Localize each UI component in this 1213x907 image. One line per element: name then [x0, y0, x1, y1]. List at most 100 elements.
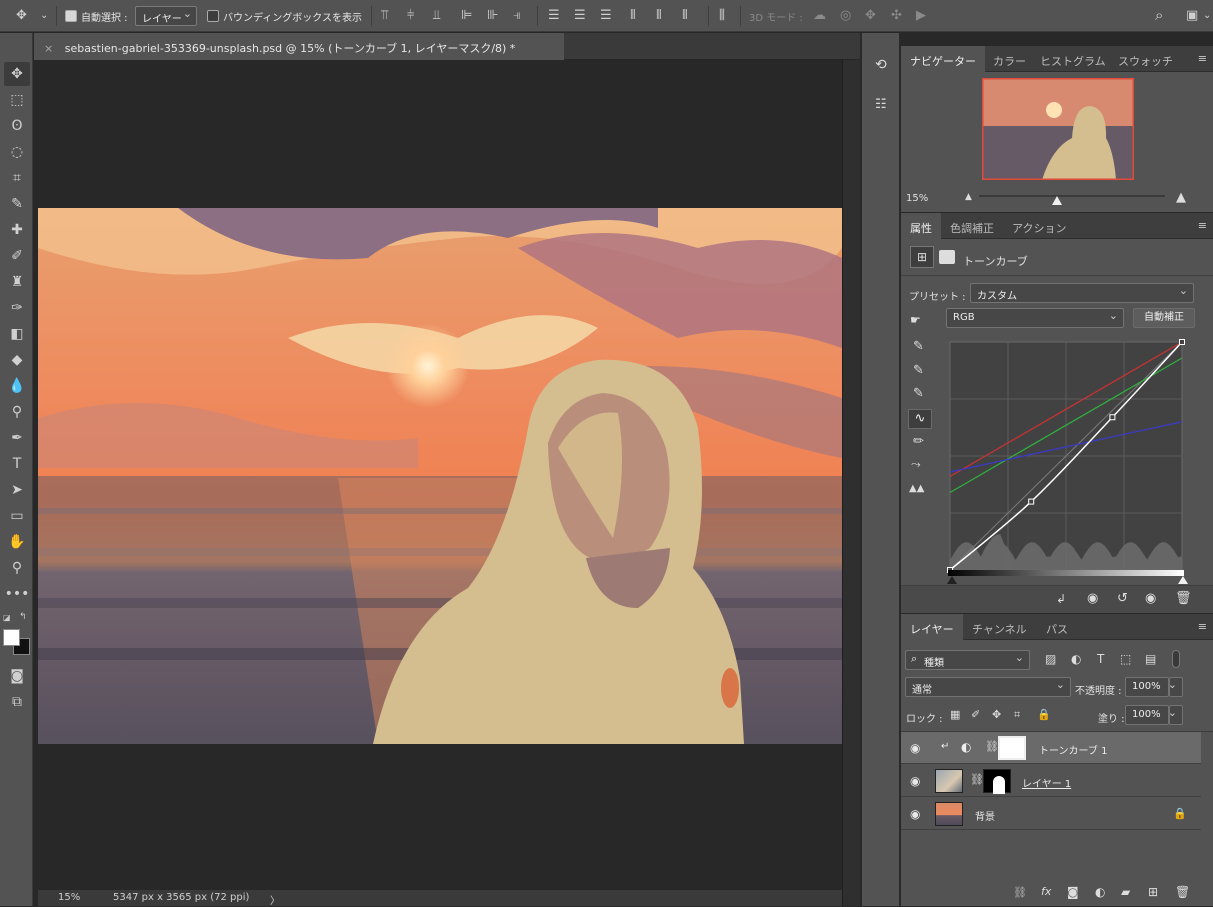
distribute-left-icon[interactable]: ⦀: [630, 9, 636, 23]
smooth-curve-icon[interactable]: ⤳: [911, 457, 921, 472]
filter-toggle[interactable]: [1172, 650, 1180, 668]
zoom-in-icon[interactable]: ▲: [1176, 190, 1186, 205]
curve-points-icon[interactable]: ∿: [908, 409, 932, 429]
swap-colors-icon[interactable]: ↰: [19, 612, 27, 622]
tab-actions[interactable]: アクション: [1003, 213, 1075, 239]
panel-menu-icon[interactable]: ≡: [1198, 621, 1207, 632]
clip-to-layer-icon[interactable]: ↲: [1056, 592, 1066, 606]
type-tool-icon[interactable]: T: [4, 452, 30, 476]
auto-align-icon[interactable]: ⫼: [719, 9, 725, 23]
distribute-right-icon[interactable]: ⦀: [682, 9, 688, 23]
tab-color[interactable]: カラー: [984, 46, 1035, 72]
navigator-thumbnail[interactable]: [982, 78, 1134, 180]
visibility-eye-icon[interactable]: ◉: [1145, 591, 1156, 606]
3d-roll-icon[interactable]: ◎: [840, 9, 851, 23]
default-colors-icon[interactable]: ◪: [3, 613, 11, 622]
layer-filter-dropdown[interactable]: ⌕ 種類: [905, 650, 1030, 670]
layer-name[interactable]: トーンカーブ 1: [1039, 742, 1107, 757]
fill-input[interactable]: 100%: [1125, 705, 1169, 725]
healing-brush-tool-icon[interactable]: ✚: [4, 218, 30, 242]
fx-icon[interactable]: fx: [1041, 885, 1051, 898]
workspace-icon[interactable]: ▣: [1186, 9, 1198, 23]
lock-position-icon[interactable]: ✥: [992, 708, 1001, 721]
tab-channels[interactable]: チャンネル: [963, 614, 1036, 640]
auto-button[interactable]: 自動補正: [1133, 308, 1195, 328]
crop-tool-icon[interactable]: ⌗: [4, 166, 30, 190]
brush-tool-icon[interactable]: ✐: [4, 244, 30, 268]
tab-navigator[interactable]: ナビゲーター: [901, 46, 985, 72]
align-bottom-icon[interactable]: ⫫: [433, 9, 440, 23]
foreground-color-swatch[interactable]: [3, 629, 20, 646]
distribute-bottom-icon[interactable]: ☰: [600, 9, 612, 23]
distribute-vcenter-icon[interactable]: ☰: [574, 9, 586, 23]
3d-camera-icon[interactable]: ▶: [916, 9, 926, 23]
lock-all-icon[interactable]: 🔒: [1037, 708, 1051, 721]
visibility-eye-icon[interactable]: ◉: [910, 741, 920, 755]
link-layers-icon[interactable]: ⛓: [1013, 886, 1027, 899]
paint-bucket-tool-icon[interactable]: ◆: [4, 348, 30, 372]
hand-tool-icon[interactable]: ✋: [4, 530, 30, 554]
distribute-hcenter-icon[interactable]: ⦀: [656, 9, 662, 23]
lock-image-icon[interactable]: ✐: [971, 708, 980, 721]
auto-select-checkbox[interactable]: [65, 10, 77, 22]
align-vcenter-icon[interactable]: ⫩: [407, 9, 414, 23]
blend-mode-dropdown[interactable]: 通常: [905, 677, 1071, 697]
lock-transparent-icon[interactable]: ▦: [950, 708, 960, 721]
layer-mask-thumbnail[interactable]: [998, 736, 1026, 760]
tab-layers[interactable]: レイヤー: [901, 614, 963, 640]
quick-mask-icon[interactable]: ◙: [4, 664, 30, 688]
marquee-tool-icon[interactable]: ⬚: [4, 88, 30, 112]
opacity-dropdown[interactable]: [1168, 677, 1183, 697]
3d-slide-icon[interactable]: ✣: [891, 9, 902, 23]
add-mask-icon[interactable]: ◙: [1067, 885, 1079, 899]
status-zoom[interactable]: 15%: [58, 892, 80, 903]
navigator-zoom-value[interactable]: 15%: [906, 193, 928, 204]
rectangle-tool-icon[interactable]: ▭: [4, 504, 30, 528]
canvas-area[interactable]: [38, 60, 842, 890]
new-adjustment-icon[interactable]: ◐: [1095, 885, 1105, 899]
auto-select-dropdown[interactable]: レイヤー: [135, 6, 197, 26]
history-brush-tool-icon[interactable]: ✑: [4, 296, 30, 320]
target-adjust-icon[interactable]: ☛: [910, 313, 921, 327]
document-tab[interactable]: × sebastien-gabriel-353369-unsplash.psd …: [34, 33, 564, 60]
libraries-panel-icon[interactable]: ☷: [875, 97, 887, 112]
3d-orbit-icon[interactable]: ☁: [813, 9, 826, 23]
more-tools-icon[interactable]: •••: [4, 582, 30, 606]
new-layer-icon[interactable]: ⊞: [1148, 885, 1158, 899]
filter-type-icon[interactable]: T: [1097, 652, 1104, 666]
layer-row[interactable]: ◉ 背景 🔒: [901, 798, 1201, 830]
view-previous-icon[interactable]: ◉: [1087, 591, 1098, 606]
align-top-icon[interactable]: ⫪: [381, 9, 388, 23]
blur-tool-icon[interactable]: 💧: [4, 374, 30, 398]
search-icon[interactable]: ⌕: [1155, 8, 1163, 23]
close-icon[interactable]: ×: [44, 42, 53, 55]
white-point-eyedropper-icon[interactable]: ✎: [913, 386, 924, 401]
visibility-eye-icon[interactable]: ◉: [910, 807, 920, 821]
curves-adjustment-icon[interactable]: ⊞: [910, 246, 934, 268]
status-menu-arrow[interactable]: 〉: [270, 892, 280, 907]
adjustment-layer-icon[interactable]: ◐: [961, 740, 971, 754]
curve-control-point[interactable]: [1179, 339, 1185, 345]
navigator-zoom-track[interactable]: [979, 195, 1165, 197]
reset-icon[interactable]: ↺: [1117, 591, 1128, 606]
dodge-tool-icon[interactable]: ⚲: [4, 400, 30, 424]
link-icon[interactable]: ⛓: [985, 740, 999, 753]
filter-shape-icon[interactable]: ⬚: [1120, 652, 1131, 666]
tab-properties[interactable]: 属性: [901, 213, 941, 239]
3d-pan-icon[interactable]: ✥: [865, 9, 876, 23]
align-left-icon[interactable]: ⊫: [461, 9, 472, 23]
lock-artboard-icon[interactable]: ⌗: [1014, 708, 1020, 722]
fill-dropdown[interactable]: [1168, 705, 1183, 725]
zoom-out-icon[interactable]: ▲: [965, 192, 972, 202]
curves-graph[interactable]: [946, 338, 1186, 578]
layer-thumbnail[interactable]: [935, 802, 963, 826]
canvas-image[interactable]: [38, 208, 842, 744]
quick-select-tool-icon[interactable]: ◌: [4, 140, 30, 164]
layer-name[interactable]: レイヤー 1: [1022, 775, 1071, 790]
layer-row[interactable]: ◉ ⛓ レイヤー 1: [901, 765, 1201, 797]
zoom-tool-icon[interactable]: ⚲: [4, 556, 30, 580]
panel-menu-icon[interactable]: ≡: [1198, 53, 1207, 64]
move-tool-icon[interactable]: ✥: [16, 9, 27, 23]
opacity-input[interactable]: 100%: [1125, 677, 1169, 697]
trash-icon[interactable]: 🗑: [1175, 591, 1192, 606]
